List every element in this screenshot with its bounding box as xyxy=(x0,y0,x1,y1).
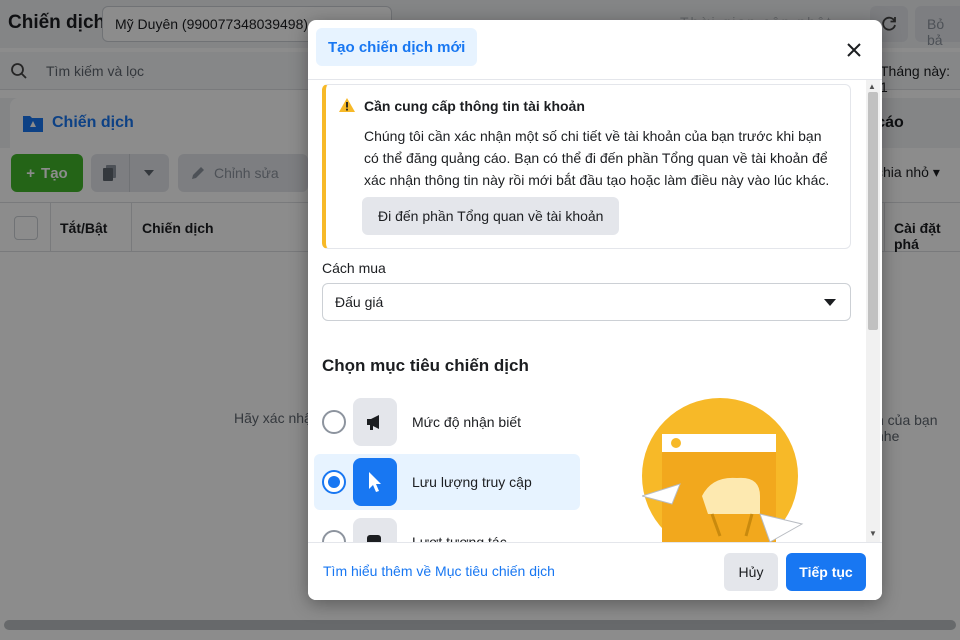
scroll-down-icon[interactable]: ▼ xyxy=(869,529,877,538)
create-campaign-dialog: Tạo chiến dịch mới Cần cung cấp thông ti… xyxy=(308,20,882,600)
close-button[interactable] xyxy=(840,36,868,64)
dialog-footer: Tìm hiểu thêm về Mục tiêu chiến dịch Hủy… xyxy=(308,542,882,600)
objective-option-engagement[interactable]: Lượt tương tác xyxy=(314,514,580,542)
buying-type-label: Cách mua xyxy=(322,260,386,276)
objective-label: Lưu lượng truy cập xyxy=(412,474,532,490)
objective-option-traffic[interactable]: Lưu lượng truy cập xyxy=(314,454,580,510)
radio-button[interactable] xyxy=(322,410,346,434)
objective-label: Mức độ nhận biết xyxy=(412,414,521,430)
cursor-icon xyxy=(353,458,397,506)
radio-button-selected[interactable] xyxy=(322,470,346,494)
learn-more-link[interactable]: Tìm hiểu thêm về Mục tiêu chiến dịch xyxy=(323,563,555,579)
chat-icon xyxy=(353,518,397,542)
dialog-header: Tạo chiến dịch mới xyxy=(308,20,882,80)
objective-heading: Chọn mục tiêu chiến dịch xyxy=(322,356,529,375)
scroll-up-icon[interactable]: ▲ xyxy=(868,82,876,91)
objective-option-awareness[interactable]: Mức độ nhận biết xyxy=(314,394,580,450)
tab-create-campaign[interactable]: Tạo chiến dịch mới xyxy=(316,28,478,66)
account-info-alert: Cần cung cấp thông tin tài khoản Chúng t… xyxy=(322,84,851,249)
megaphone-icon xyxy=(353,398,397,446)
alert-text: Chúng tôi cần xác nhận một số chi tiết v… xyxy=(364,128,830,188)
objective-label: Lượt tương tác xyxy=(412,534,507,542)
buying-type-value: Đấu giá xyxy=(335,294,384,310)
close-icon xyxy=(847,43,861,57)
caret-down-icon xyxy=(824,299,836,306)
continue-button[interactable]: Tiếp tục xyxy=(786,553,866,591)
alert-title: Cần cung cấp thông tin tài khoản xyxy=(364,98,585,114)
account-overview-button[interactable]: Đi đến phần Tổng quan về tài khoản xyxy=(362,197,620,235)
buying-type-select[interactable]: Đấu giá xyxy=(322,283,851,321)
traffic-illustration xyxy=(642,398,804,542)
scrollbar-thumb[interactable] xyxy=(868,92,878,330)
radio-button[interactable] xyxy=(322,530,346,542)
warning-icon xyxy=(339,98,355,112)
dialog-body: Cần cung cấp thông tin tài khoản Chúng t… xyxy=(308,80,882,542)
cancel-button[interactable]: Hủy xyxy=(724,553,778,591)
